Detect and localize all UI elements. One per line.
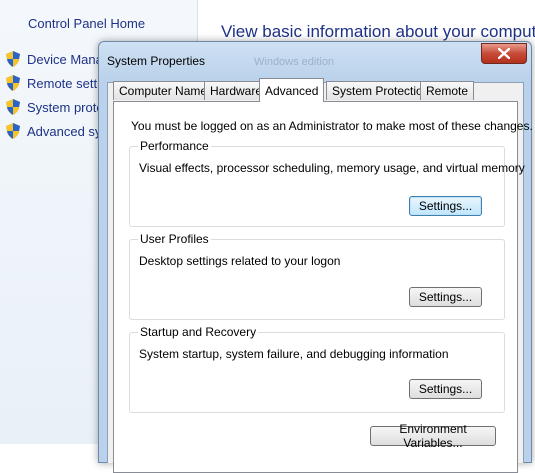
shield-icon bbox=[6, 99, 20, 115]
group-legend: Performance bbox=[138, 139, 211, 153]
startup-recovery-settings-button[interactable]: Settings... bbox=[409, 379, 482, 399]
sidebar-item-advanced-settings[interactable]: Advanced sys bbox=[6, 122, 108, 140]
control-panel-home-link[interactable]: Control Panel Home bbox=[28, 16, 145, 31]
group-description: Visual effects, processor scheduling, me… bbox=[139, 161, 525, 175]
sidebar-item-label: Remote settin bbox=[27, 75, 108, 91]
administrator-notice: You must be logged on as an Administrato… bbox=[131, 119, 533, 133]
group-description: Desktop settings related to your logon bbox=[139, 254, 341, 268]
dialog-body: Computer Name Hardware Advanced System P… bbox=[107, 78, 533, 473]
tab-remote[interactable]: Remote bbox=[420, 81, 475, 100]
tab-advanced[interactable]: Advanced bbox=[259, 78, 325, 102]
sidebar-item-device-manager[interactable]: Device Manag bbox=[6, 50, 110, 68]
group-legend: Startup and Recovery bbox=[138, 325, 259, 339]
tab-system-protection[interactable]: System Protection bbox=[326, 81, 436, 100]
shield-icon bbox=[6, 51, 20, 67]
tab-computer-name[interactable]: Computer Name bbox=[113, 81, 214, 100]
shield-icon bbox=[6, 75, 20, 91]
page-title: View basic information about your comput… bbox=[221, 22, 535, 41]
environment-variables-button[interactable]: Environment Variables... bbox=[370, 422, 496, 450]
performance-settings-button[interactable]: Settings... bbox=[409, 196, 482, 216]
user-profiles-group: User Profiles Desktop settings related t… bbox=[129, 232, 505, 320]
close-icon bbox=[498, 48, 510, 59]
dialog-title: System Properties bbox=[107, 54, 206, 68]
background-ghost-text: Windows edition bbox=[254, 56, 335, 68]
shield-icon bbox=[6, 123, 20, 139]
tab-panel-advanced: You must be logged on as an Administrato… bbox=[113, 101, 533, 473]
user-profiles-settings-button[interactable]: Settings... bbox=[409, 287, 482, 307]
sidebar-item-system-protection[interactable]: System prote bbox=[6, 98, 104, 116]
performance-group: Performance Visual effects, processor sc… bbox=[129, 139, 525, 227]
sidebar-item-remote-settings[interactable]: Remote settin bbox=[6, 74, 107, 92]
system-properties-dialog: System Properties Windows edition Comput… bbox=[98, 41, 533, 473]
sidebar-item-label: Advanced sys bbox=[27, 123, 108, 139]
close-button[interactable] bbox=[481, 43, 527, 64]
group-description: System startup, system failure, and debu… bbox=[139, 347, 449, 361]
group-legend: User Profiles bbox=[138, 232, 211, 246]
sidebar-item-label: System prote bbox=[27, 99, 104, 115]
startup-recovery-group: Startup and Recovery System startup, sys… bbox=[129, 325, 505, 413]
